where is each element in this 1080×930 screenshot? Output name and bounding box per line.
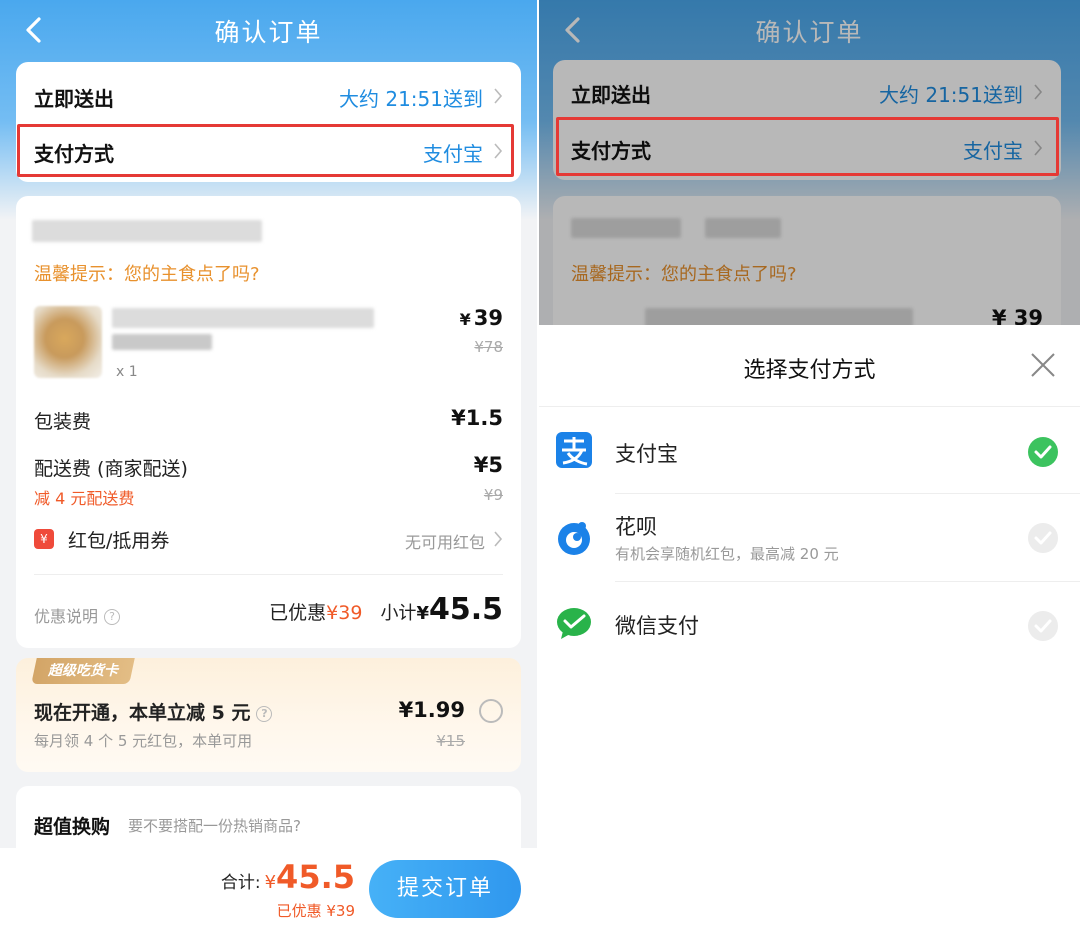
- divider: [34, 574, 503, 575]
- food-image: [34, 306, 102, 378]
- delivery-time-value: 大约 21:51送到: [339, 87, 483, 111]
- submit-order-button[interactable]: 提交订单: [369, 860, 521, 918]
- total-saved: 已优惠 ¥39: [276, 902, 355, 920]
- delivery-fee-original: ¥9: [483, 486, 503, 504]
- huabei-icon: [558, 522, 590, 555]
- delivery-discount-text: 减 4 元配送费: [34, 489, 135, 508]
- order-details-card: 温馨提示：您的主食点了吗? x 1 ¥39 ¥78 包装费 ¥1.5 配送费 (…: [16, 196, 521, 648]
- checkout-bar: 合计: ¥45.5 已优惠 ¥39 提交订单: [0, 848, 537, 930]
- super-foodie-card-offer: 超级吃货卡 现在开通，本单立减 5 元? 每月领 4 个 5 元红包，本单可用 …: [16, 658, 521, 772]
- vip-original-price: ¥15: [436, 732, 465, 750]
- subtotal-amount: 45.5: [428, 592, 503, 627]
- payment-option-description: 有机会享随机红包，最高减 20 元: [615, 545, 839, 563]
- total-amount: 45.5: [276, 858, 355, 896]
- checkmark-unselected-icon: [1028, 611, 1058, 641]
- sheet-title: 选择支付方式: [743, 358, 876, 383]
- subtotal-summary: 已优惠¥39 小计¥45.5: [269, 592, 503, 627]
- blurred-shop-name: [32, 220, 262, 242]
- delivery-time-row[interactable]: 立即送出 大约 21:51送到: [16, 70, 521, 122]
- vip-offer-subtitle: 每月领 4 个 5 元红包，本单可用: [34, 732, 253, 750]
- total-row: 合计: ¥45.5: [221, 858, 355, 896]
- packing-fee-label: 包装费: [34, 411, 92, 433]
- coupon-value: 无可用红包: [404, 533, 485, 552]
- payment-method-sheet: 选择支付方式 支付宝 花呗 有机会享随机红包，最高减 20 元 微信支付: [539, 325, 1080, 930]
- delivery-fee-label: 配送费 (商家配送): [34, 458, 188, 480]
- meal-reminder-tip: 温馨提示：您的主食点了吗?: [34, 264, 260, 285]
- chevron-right-icon: [494, 531, 503, 547]
- total-currency: ¥: [264, 872, 277, 893]
- blurred-item-name: [112, 308, 374, 328]
- total-label: 合计:: [220, 873, 261, 893]
- divider: [539, 406, 1080, 407]
- wechat-pay-icon: [557, 608, 591, 639]
- delivery-fee-value: ¥5: [473, 453, 503, 477]
- currency-symbol: ¥: [459, 310, 471, 329]
- item-original-price: ¥78: [474, 338, 503, 356]
- subtotal-currency: ¥: [416, 603, 429, 624]
- payment-option-name: 微信支付: [615, 614, 699, 638]
- payment-option-wechat-pay[interactable]: 微信支付: [539, 587, 1080, 663]
- item-quantity: x 1: [116, 364, 138, 380]
- item-price: ¥39: [460, 306, 503, 330]
- payment-option-name: 支付宝: [615, 442, 678, 466]
- payment-method-screen: 确认订单 立即送出 大约 21:51送到 支付方式 支付宝 温馨提示：您的主食点…: [539, 0, 1080, 930]
- chevron-right-icon: [494, 88, 503, 104]
- order-confirm-screen: 确认订单 立即送出 大约 21:51送到 支付方式 支付宝 温馨提示：您的主食点…: [0, 0, 537, 930]
- payment-option-huabei[interactable]: 花呗 有机会享随机红包，最高减 20 元: [539, 495, 1080, 579]
- divider: [615, 581, 1080, 582]
- vip-offer-title: 现在开通，本单立减 5 元?: [34, 698, 273, 725]
- super-foodie-badge: 超级吃货卡: [31, 658, 135, 684]
- packing-fee-value: ¥1.5: [451, 406, 503, 430]
- nav-bar: 确认订单: [0, 0, 537, 60]
- payment-highlight-box: [17, 124, 514, 177]
- payment-option-name: 花呗: [615, 515, 657, 539]
- divider: [615, 493, 1080, 494]
- delivery-label: 立即送出: [34, 87, 114, 111]
- help-icon[interactable]: ?: [256, 706, 273, 722]
- subtotal-label: 小计: [380, 603, 417, 624]
- saved-amount: ¥39: [326, 602, 363, 624]
- payment-highlight-box: [556, 117, 1059, 176]
- help-icon: ?: [104, 609, 121, 625]
- coupon-label: 红包/抵用券: [68, 530, 170, 552]
- page-title: 确认订单: [214, 18, 323, 47]
- vip-select-radio[interactable]: [479, 699, 503, 723]
- checkmark-selected-icon: [1028, 437, 1058, 467]
- vip-price: ¥1.99: [398, 698, 465, 722]
- close-icon[interactable]: [1030, 352, 1056, 378]
- upsell-subtitle: 要不要搭配一份热销商品?: [128, 817, 301, 835]
- discount-explanation-label: 优惠说明: [34, 607, 99, 626]
- upsell-title: 超值换购: [34, 816, 111, 838]
- red-packet-icon: ¥: [34, 529, 54, 549]
- payment-option-alipay[interactable]: 支付宝: [539, 415, 1080, 491]
- discount-explanation[interactable]: 优惠说明?: [34, 603, 121, 627]
- alipay-icon: [556, 432, 592, 468]
- saved-label: 已优惠: [269, 602, 327, 624]
- checkmark-unselected-icon: [1028, 523, 1058, 553]
- blurred-item-spec: [112, 334, 212, 350]
- item-price-value: 39: [473, 306, 503, 330]
